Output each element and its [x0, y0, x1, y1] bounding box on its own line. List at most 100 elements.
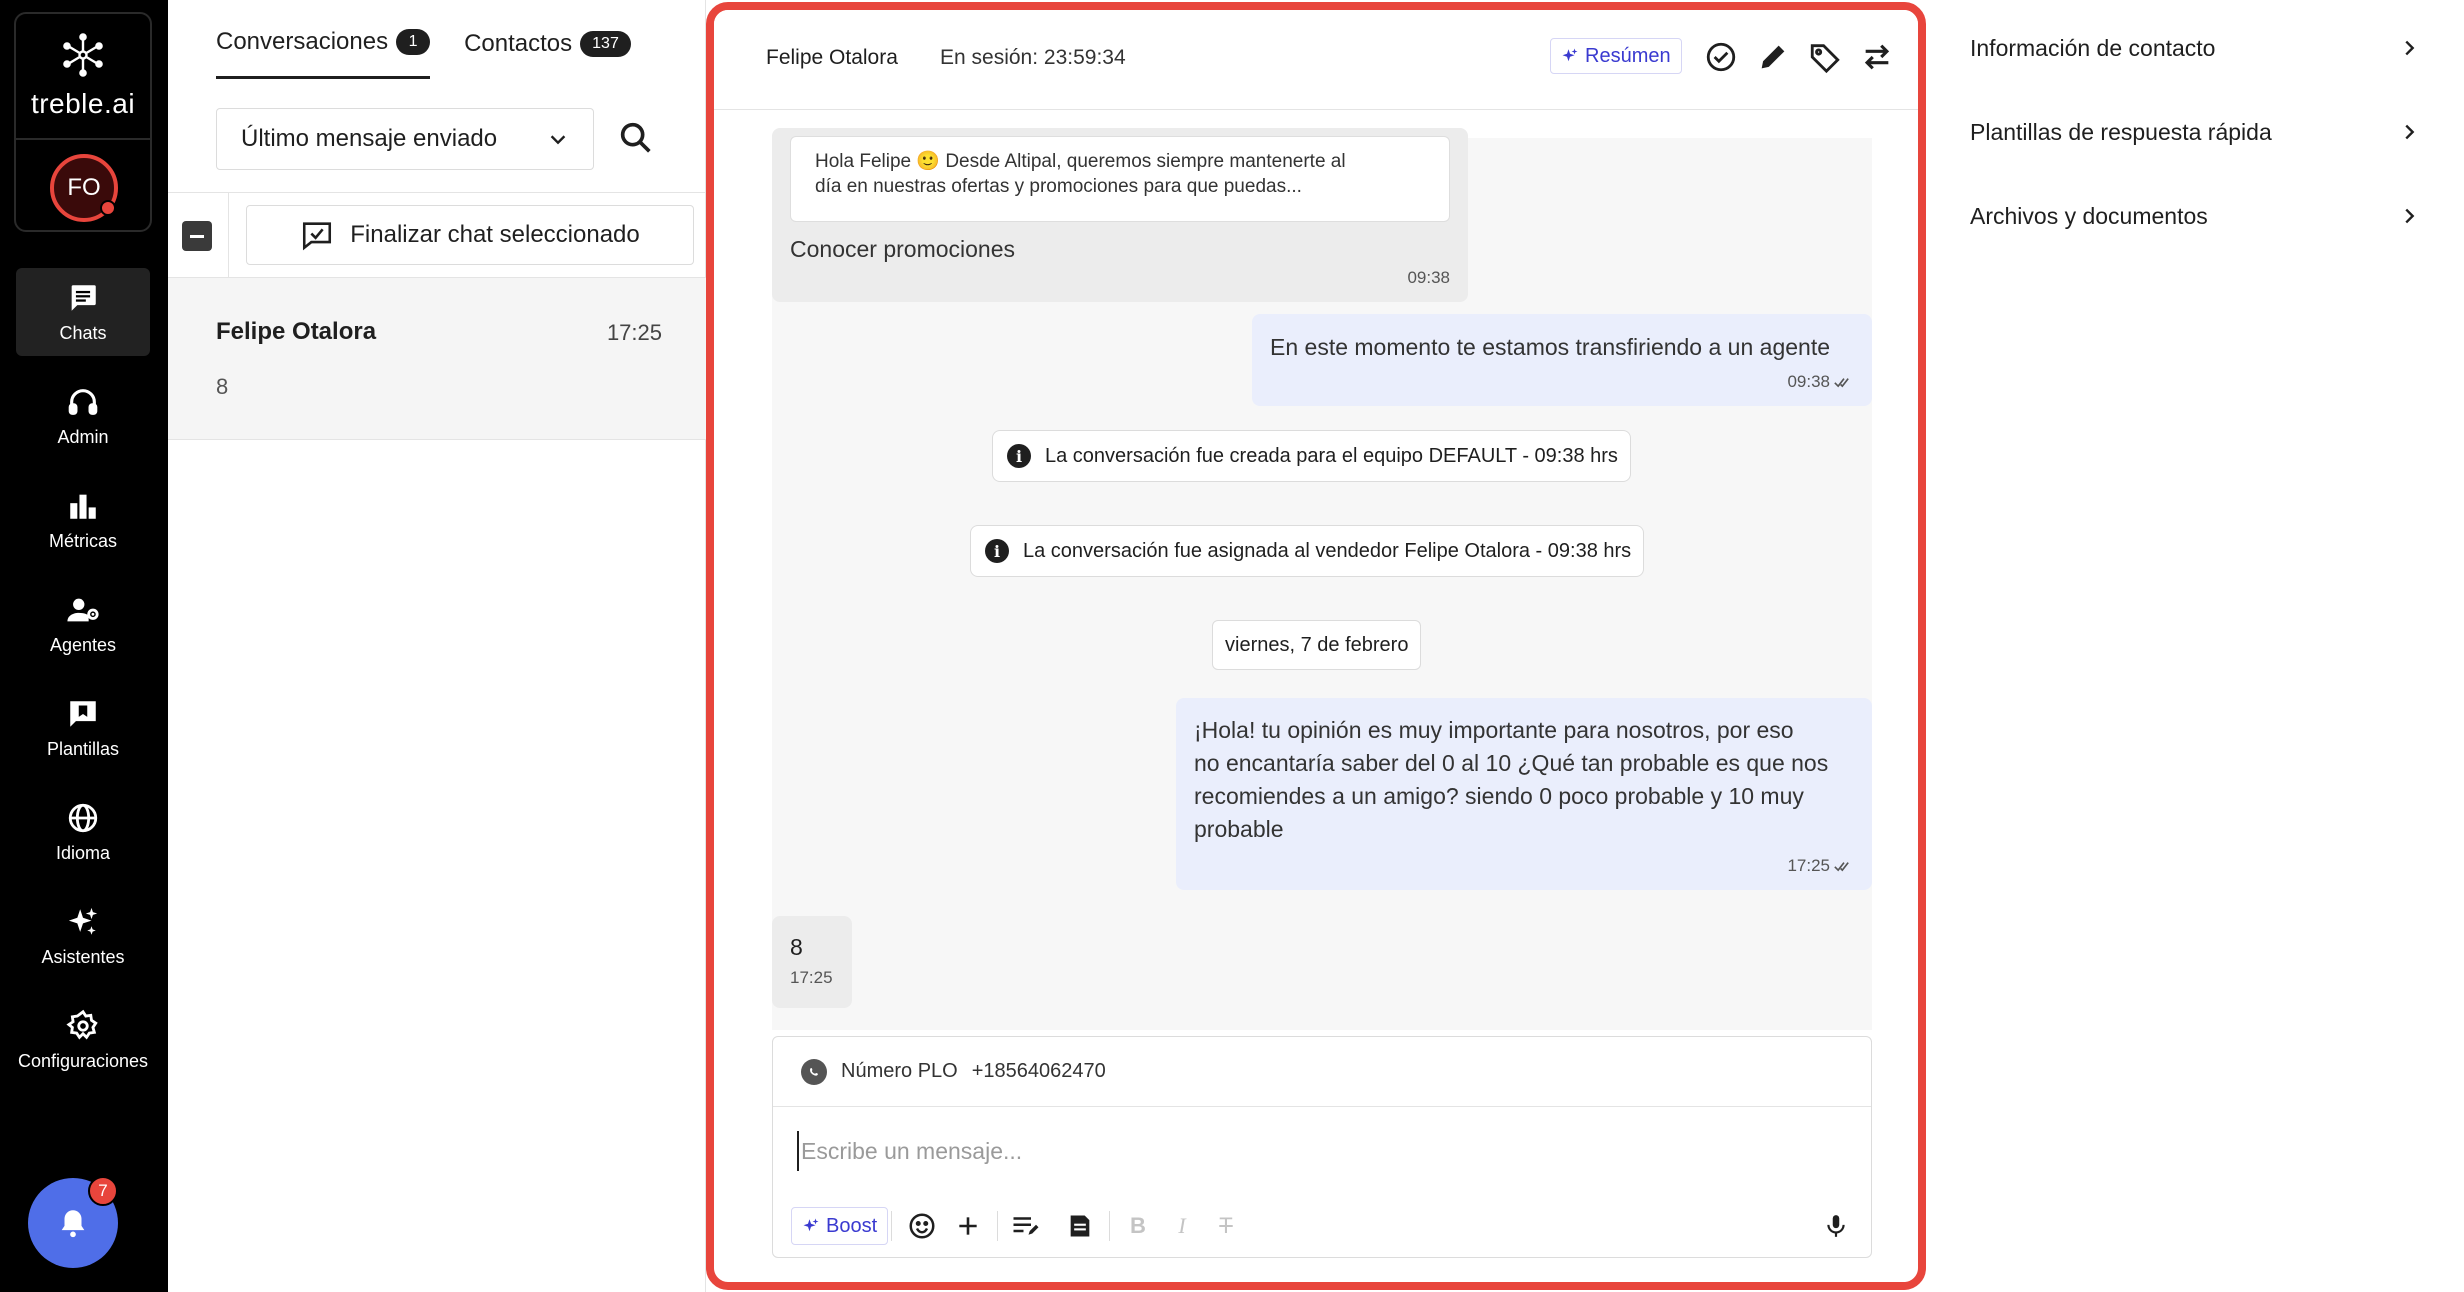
nav-item-metricas[interactable]: Métricas [16, 476, 150, 564]
chevron-right-icon [2405, 208, 2415, 224]
message-time: 09:38 [1787, 372, 1830, 391]
message-input[interactable] [797, 1131, 1837, 1171]
user-avatar[interactable]: FO [50, 154, 118, 222]
nav-label: Configuraciones [17, 1050, 149, 1071]
conversation-name: Felipe Otalora [216, 318, 377, 345]
conversation-list-panel: Conversaciones 1 Contactos 137 Último me… [168, 0, 706, 1292]
tab-label: Contactos [464, 29, 573, 57]
info-row-label: Información de contacto [1970, 34, 2216, 61]
list-tabs: Conversaciones 1 Contactos 137 [216, 28, 631, 79]
tab-count: 137 [580, 30, 631, 57]
message-text: 8 [790, 934, 803, 960]
sort-value: Último mensaje enviado [241, 125, 498, 152]
chat-panel: Felipe Otalora En sesión: 23:59:34 Resúm… [706, 2, 1926, 1290]
mic-button[interactable] [1819, 1209, 1853, 1243]
files-documents-link[interactable]: Archivos y documentos [1970, 196, 2420, 236]
nav-label: Métricas [48, 530, 117, 551]
quick-replies-link[interactable]: Plantillas de respuesta rápida [1970, 112, 2420, 152]
nav-item-agentes[interactable]: Agentes [16, 580, 150, 668]
system-message-text: La conversación fue asignada al vendedor… [1023, 539, 1632, 562]
tab-conversaciones[interactable]: Conversaciones 1 [216, 28, 431, 79]
nav-label: Agentes [49, 634, 117, 655]
outgoing-message: En este momento te estamos transfiriendo… [1252, 314, 1872, 406]
toolbar-divider [997, 1211, 998, 1241]
channel-bar: Número PLO +18564062470 [773, 1037, 1871, 1107]
template-card: Hola Felipe 🙂 Desde Altipal, queremos si… [790, 136, 1450, 222]
toolbar-divider [1109, 1211, 1110, 1241]
check-circle-icon[interactable] [1704, 40, 1738, 74]
nav-item-admin[interactable]: Admin [16, 372, 150, 460]
info-icon: i [985, 539, 1009, 563]
boost-button[interactable]: Boost [791, 1207, 889, 1245]
notifications-button[interactable]: 7 [28, 1176, 118, 1268]
incoming-template-message: Hola Felipe 🙂 Desde Altipal, queremos si… [772, 128, 1468, 302]
chevron-right-icon [2405, 124, 2415, 140]
message-composer: Número PLO +18564062470 Boost [772, 1036, 1872, 1258]
message-line: recomiendes a un amigo? siendo 0 poco pr… [1194, 783, 1804, 809]
nav-item-chats[interactable]: Chats [16, 268, 150, 356]
message-text: En este momento te estamos transfiriendo… [1270, 334, 1830, 360]
document-icon [1070, 1215, 1090, 1237]
search-icon [620, 122, 651, 153]
template-text-line: Hola Felipe 🙂 Desde Altipal, queremos si… [815, 151, 1346, 172]
globe-icon [68, 803, 98, 832]
tab-label: Conversaciones [216, 28, 389, 55]
quick-reply-button[interactable] [1009, 1209, 1043, 1243]
sparkles-icon [1562, 48, 1578, 62]
nav-label: Asistentes [41, 946, 125, 967]
chevron-down-icon [550, 135, 566, 145]
channel-label: Número PLO [841, 1060, 958, 1082]
template-icon [70, 700, 96, 727]
toolbar-divider [891, 1211, 892, 1241]
conversation-preview: 8 [216, 374, 229, 399]
info-row-label: Archivos y documentos [1970, 202, 2208, 229]
nav-label: Plantillas [46, 738, 120, 759]
nav-item-idioma[interactable]: Idioma [16, 788, 150, 876]
emoji-icon [909, 1213, 935, 1239]
tag-icon[interactable] [1808, 40, 1842, 74]
chat-contact-name: Felipe Otalora [766, 46, 898, 69]
messages-area: Hola Felipe 🙂 Desde Altipal, queremos si… [772, 128, 1872, 1030]
strikethrough-button[interactable]: T [1209, 1209, 1243, 1243]
microphone-icon [1827, 1215, 1845, 1237]
bold-button[interactable]: B [1121, 1209, 1155, 1243]
brand-box: treble.ai FO [14, 12, 152, 232]
italic-button[interactable]: I [1165, 1209, 1199, 1243]
date-text: viernes, 7 de febrero [1225, 633, 1409, 656]
nav-item-plantillas[interactable]: Plantillas [16, 684, 150, 772]
double-check-icon [1834, 862, 1849, 872]
composer-toolbar: Boost B I T [791, 1207, 1853, 1247]
contact-info-panel: Información de contacto Plantillas de re… [1926, 0, 2464, 1292]
template-button[interactable] [1063, 1209, 1097, 1243]
select-all-checkbox[interactable] [182, 221, 212, 251]
avatar-initials: FO [67, 174, 101, 201]
brand-name: treble.ai [30, 88, 136, 119]
double-check-icon [1834, 378, 1849, 388]
nav-item-asistentes[interactable]: Asistentes [16, 892, 150, 980]
nav-label: Admin [57, 426, 109, 447]
resumen-label: Resúmen [1585, 44, 1671, 67]
message-time-wrap: 17:25 [1787, 856, 1854, 876]
message-line: no encantaría saber del 0 al 10 ¿Qué tan… [1194, 750, 1829, 776]
list-item[interactable]: Felipe Otalora 17:25 8 [168, 278, 706, 440]
attach-button[interactable] [951, 1209, 985, 1243]
nav-item-configuraciones[interactable]: Configuraciones [16, 996, 150, 1084]
template-button-label[interactable]: Conocer promociones [790, 236, 1015, 263]
pencil-icon[interactable] [1756, 40, 1790, 74]
agents-icon [67, 598, 99, 621]
tab-contactos[interactable]: Contactos 137 [464, 28, 631, 79]
finish-chat-label: Finalizar chat seleccionado [350, 221, 640, 248]
transfer-icon[interactable] [1860, 40, 1894, 74]
list-toolbar: Finalizar chat seleccionado [168, 192, 706, 279]
resumen-button[interactable]: Resúmen [1550, 38, 1682, 74]
system-message: i La conversación fue creada para el equ… [992, 430, 1631, 482]
outgoing-message: ¡Hola! tu opinión es muy importante para… [1176, 698, 1872, 890]
finish-chat-button[interactable]: Finalizar chat seleccionado [246, 205, 694, 265]
info-icon: i [1007, 444, 1031, 468]
sort-select[interactable]: Último mensaje enviado [216, 108, 594, 170]
notifications-badge: 7 [88, 1176, 118, 1206]
search-button[interactable] [616, 118, 656, 158]
emoji-button[interactable] [905, 1209, 939, 1243]
whatsapp-icon [801, 1058, 827, 1085]
contact-info-link[interactable]: Información de contacto [1970, 28, 2420, 68]
